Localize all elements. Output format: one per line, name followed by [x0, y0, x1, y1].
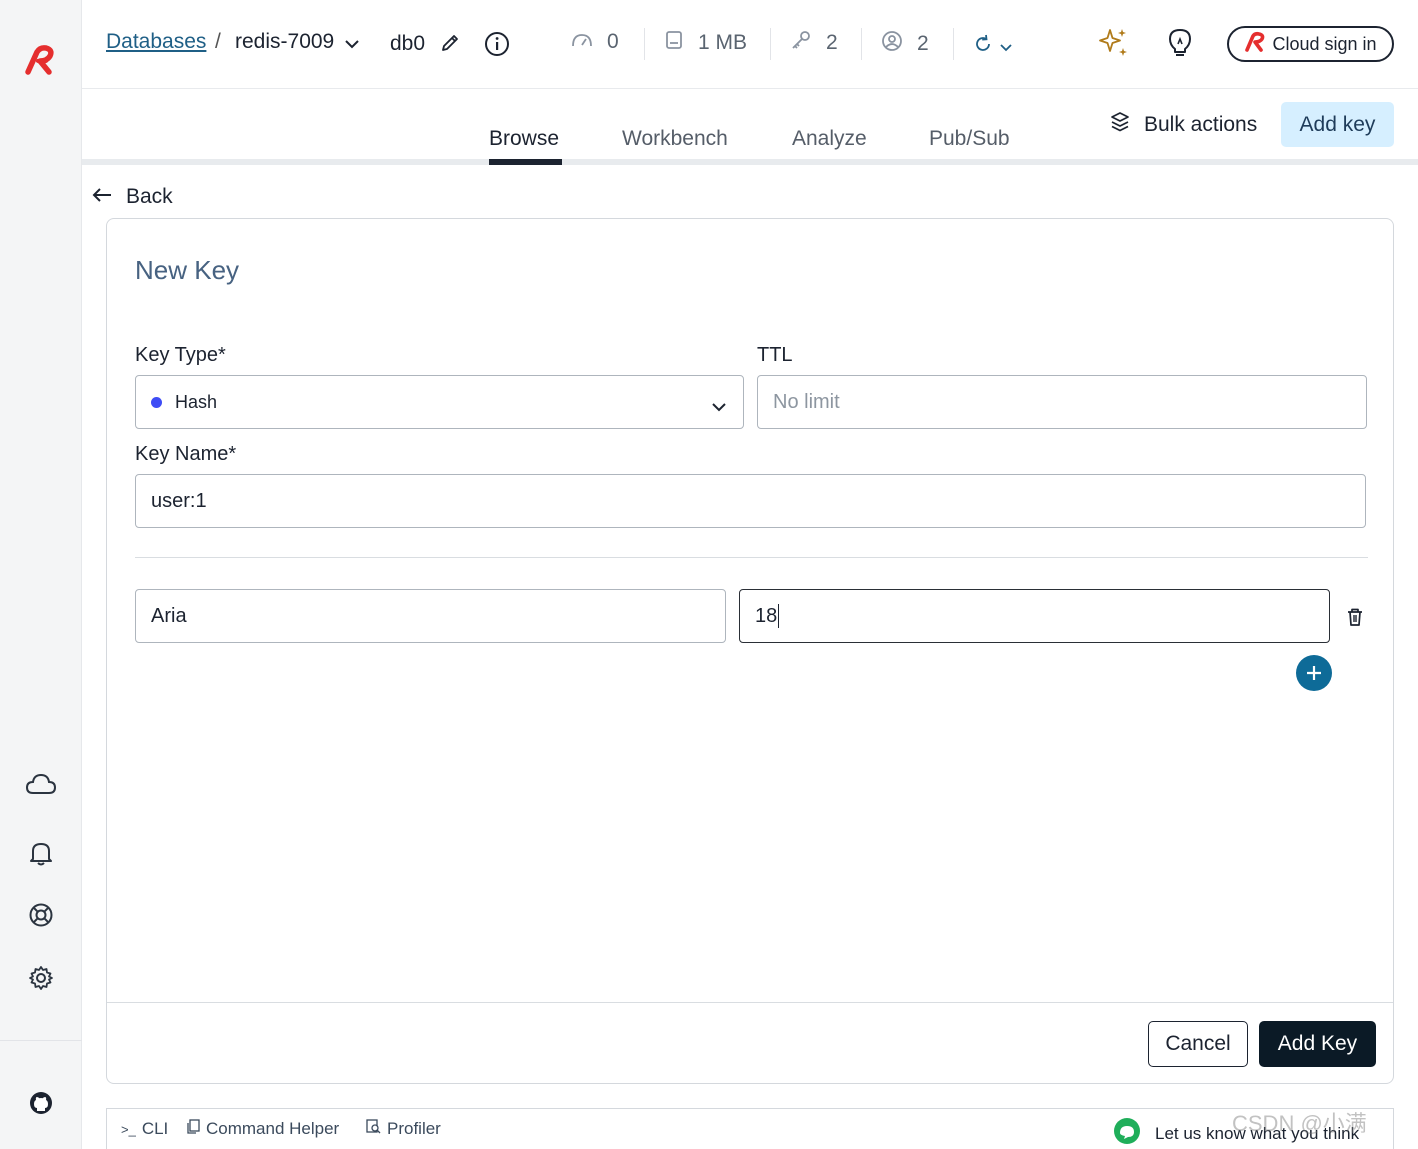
layers-icon — [1110, 111, 1130, 139]
redis-logo-icon — [1244, 31, 1268, 58]
key-type-value: Hash — [175, 391, 218, 412]
memory-chip-icon — [664, 30, 684, 56]
bottom-toolbar: >_ CLI Command Helper Profiler Let us kn… — [106, 1108, 1394, 1149]
clients-value: 2 — [917, 32, 929, 55]
profiler-button[interactable]: Profiler — [366, 1119, 441, 1139]
ops-stat: 0 — [571, 30, 619, 54]
user-circle-icon — [881, 30, 903, 58]
panel-title: New Key — [135, 255, 240, 285]
refresh-icon[interactable] — [973, 34, 993, 60]
github-icon[interactable] — [24, 1086, 58, 1120]
command-helper-button[interactable]: Command Helper — [187, 1119, 339, 1139]
footer-divider — [107, 1002, 1393, 1003]
arrow-left-icon — [92, 185, 112, 209]
tab-workbench[interactable]: Workbench — [622, 127, 728, 151]
key-type-label: Key Type* — [135, 344, 226, 366]
new-key-panel: New Key Key Type* Hash TTL No limit Key … — [106, 218, 1394, 1084]
sidebar-divider — [0, 1040, 82, 1041]
breadcrumb-databases-link[interactable]: Databases — [106, 30, 206, 54]
chevron-down-icon[interactable] — [344, 36, 360, 54]
bell-icon[interactable] — [24, 836, 58, 870]
cloud-sign-in-button[interactable]: Cloud sign in — [1227, 26, 1394, 62]
top-header: Databases / redis-7009 db0 0 1 MB 2 2 Cl… — [82, 0, 1418, 89]
feedback-chat-icon — [1113, 1117, 1141, 1149]
text-caret — [778, 604, 780, 628]
bulk-actions-button[interactable]: Bulk actions — [1110, 111, 1257, 139]
database-name[interactable]: redis-7009 — [235, 30, 334, 54]
keys-value: 2 — [826, 31, 838, 54]
bulk-actions-label: Bulk actions — [1144, 113, 1258, 136]
add-key-submit-button[interactable]: Add Key — [1259, 1021, 1376, 1067]
db-index: db0 — [390, 32, 426, 55]
settings-gear-icon[interactable] — [24, 961, 58, 995]
hash-type-dot — [151, 396, 162, 408]
watermark: CSDN @小满 — [1232, 1111, 1367, 1136]
stat-divider — [644, 28, 645, 60]
auto-refresh-control[interactable] — [973, 34, 1013, 60]
cloud-icon[interactable] — [24, 767, 58, 801]
ops-value: 0 — [607, 30, 619, 53]
profiler-search-icon — [366, 1119, 381, 1139]
section-divider — [135, 557, 1368, 558]
stat-divider — [861, 28, 862, 60]
active-tab-indicator — [489, 159, 562, 165]
breadcrumb-separator: / — [215, 30, 221, 53]
key-name-label: Key Name* — [135, 443, 237, 465]
tab-pubsub[interactable]: Pub/Sub — [929, 127, 1010, 151]
hash-value-input[interactable]: 18 — [739, 589, 1330, 643]
terminal-prompt-icon: >_ — [121, 1121, 136, 1137]
left-sidebar — [0, 0, 82, 1149]
memory-value: 1 MB — [698, 31, 748, 54]
memory-stat: 1 MB — [664, 30, 747, 56]
cloud-sign-in-label: Cloud sign in — [1272, 33, 1377, 54]
navigation-tabs-row: Browse Workbench Analyze Pub/Sub Bulk ac… — [82, 89, 1418, 165]
gauge-icon — [571, 30, 593, 54]
cli-button[interactable]: >_ CLI — [121, 1119, 168, 1139]
chevron-down-icon — [711, 395, 727, 418]
stat-divider — [770, 28, 771, 60]
tab-analyze[interactable]: Analyze — [792, 127, 867, 151]
keys-stat: 2 — [790, 30, 838, 56]
key-name-input[interactable]: user:1 — [135, 474, 1366, 528]
hash-value-text: 18 — [755, 604, 778, 627]
key-icon — [790, 30, 812, 56]
redis-logo-icon[interactable] — [22, 42, 60, 80]
add-field-plus-button[interactable] — [1296, 655, 1332, 691]
lightbulb-insights-icon[interactable] — [1166, 27, 1194, 64]
ai-sparkle-icon[interactable] — [1096, 26, 1130, 65]
command-helper-label: Command Helper — [206, 1119, 340, 1138]
info-icon[interactable] — [484, 31, 510, 62]
hash-field-input[interactable]: Aria — [135, 589, 726, 643]
cli-label: CLI — [141, 1119, 169, 1138]
back-button[interactable]: Back — [92, 185, 173, 209]
tab-browse[interactable]: Browse — [489, 127, 559, 151]
add-key-button[interactable]: Add key — [1281, 102, 1394, 147]
key-type-select[interactable]: Hash — [135, 375, 744, 429]
pencil-edit-icon[interactable] — [440, 33, 460, 58]
cancel-button[interactable]: Cancel — [1148, 1021, 1248, 1067]
back-label: Back — [126, 185, 173, 208]
help-lifebuoy-icon[interactable] — [24, 898, 58, 932]
plus-icon — [1307, 666, 1321, 680]
ttl-input[interactable]: No limit — [757, 375, 1367, 429]
ttl-label: TTL — [757, 344, 793, 366]
stat-divider — [953, 28, 954, 60]
trash-icon[interactable] — [1346, 607, 1364, 632]
profiler-label: Profiler — [387, 1119, 441, 1138]
chevron-down-icon[interactable] — [999, 35, 1013, 59]
clients-stat: 2 — [881, 30, 929, 58]
document-copy-icon — [187, 1119, 200, 1139]
tabs-rule — [82, 159, 1418, 165]
